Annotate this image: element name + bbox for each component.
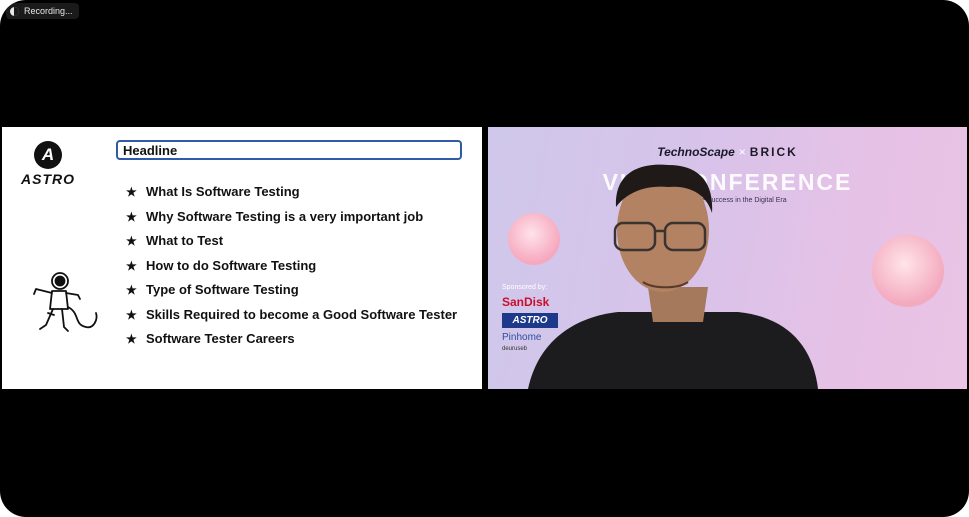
astro-logo: A ASTRO: [16, 141, 80, 199]
star-icon: ★: [126, 185, 137, 199]
star-icon: ★: [126, 307, 137, 322]
star-icon: ★: [126, 234, 137, 248]
bullet-text: What to Test: [146, 233, 224, 248]
bullet-item: ★ Why Software Testing is a very importan…: [126, 205, 457, 230]
speaker-person: [528, 164, 818, 389]
recording-icon: [10, 6, 19, 16]
bullet-item: ★ How to do Software Testing: [126, 254, 457, 279]
speaker-video[interactable]: TechnoScape × BRICK VIRT CONFERENCE A o Ac…: [488, 127, 967, 389]
bullet-list: ★ What Is Software Testing ★ Why Software T…: [126, 180, 457, 352]
bullet-text: What Is Software Testing: [146, 184, 300, 199]
star-icon: ★: [126, 332, 137, 346]
astronaut-illustration: [33, 272, 98, 332]
bullet-item: ★ What to Test: [126, 229, 457, 254]
bullet-item: ★ Software Tester Careers: [126, 327, 457, 352]
headline-box[interactable]: Headline: [116, 140, 462, 160]
meeting-window: Recording... A ASTRO Headline ★ What Is S…: [0, 0, 969, 517]
bullet-text: Why Software Testing is a very important…: [146, 208, 424, 224]
star-icon: ★: [126, 258, 137, 273]
bullet-text: Software Tester Careers: [146, 331, 295, 346]
astro-logo-mark: A: [34, 141, 62, 169]
star-icon: ★: [126, 283, 137, 297]
bullet-item: ★ Type of Software Testing: [126, 278, 457, 303]
astro-logo-text: ASTRO: [21, 171, 75, 187]
bullet-item: ★ Skills Required to become a Good Softwa…: [126, 303, 457, 328]
bullet-item: ★ What Is Software Testing: [126, 180, 457, 205]
recording-label: Recording...: [24, 6, 73, 16]
bullet-text: How to do Software Testing: [146, 257, 317, 273]
shared-slide: A ASTRO Headline ★ What Is Software Testi…: [2, 127, 482, 389]
star-icon: ★: [126, 209, 137, 224]
bullet-text: Type of Software Testing: [146, 282, 299, 297]
bullet-text: Skills Required to become a Good Softwar…: [146, 306, 458, 322]
recording-indicator[interactable]: Recording...: [6, 3, 79, 19]
